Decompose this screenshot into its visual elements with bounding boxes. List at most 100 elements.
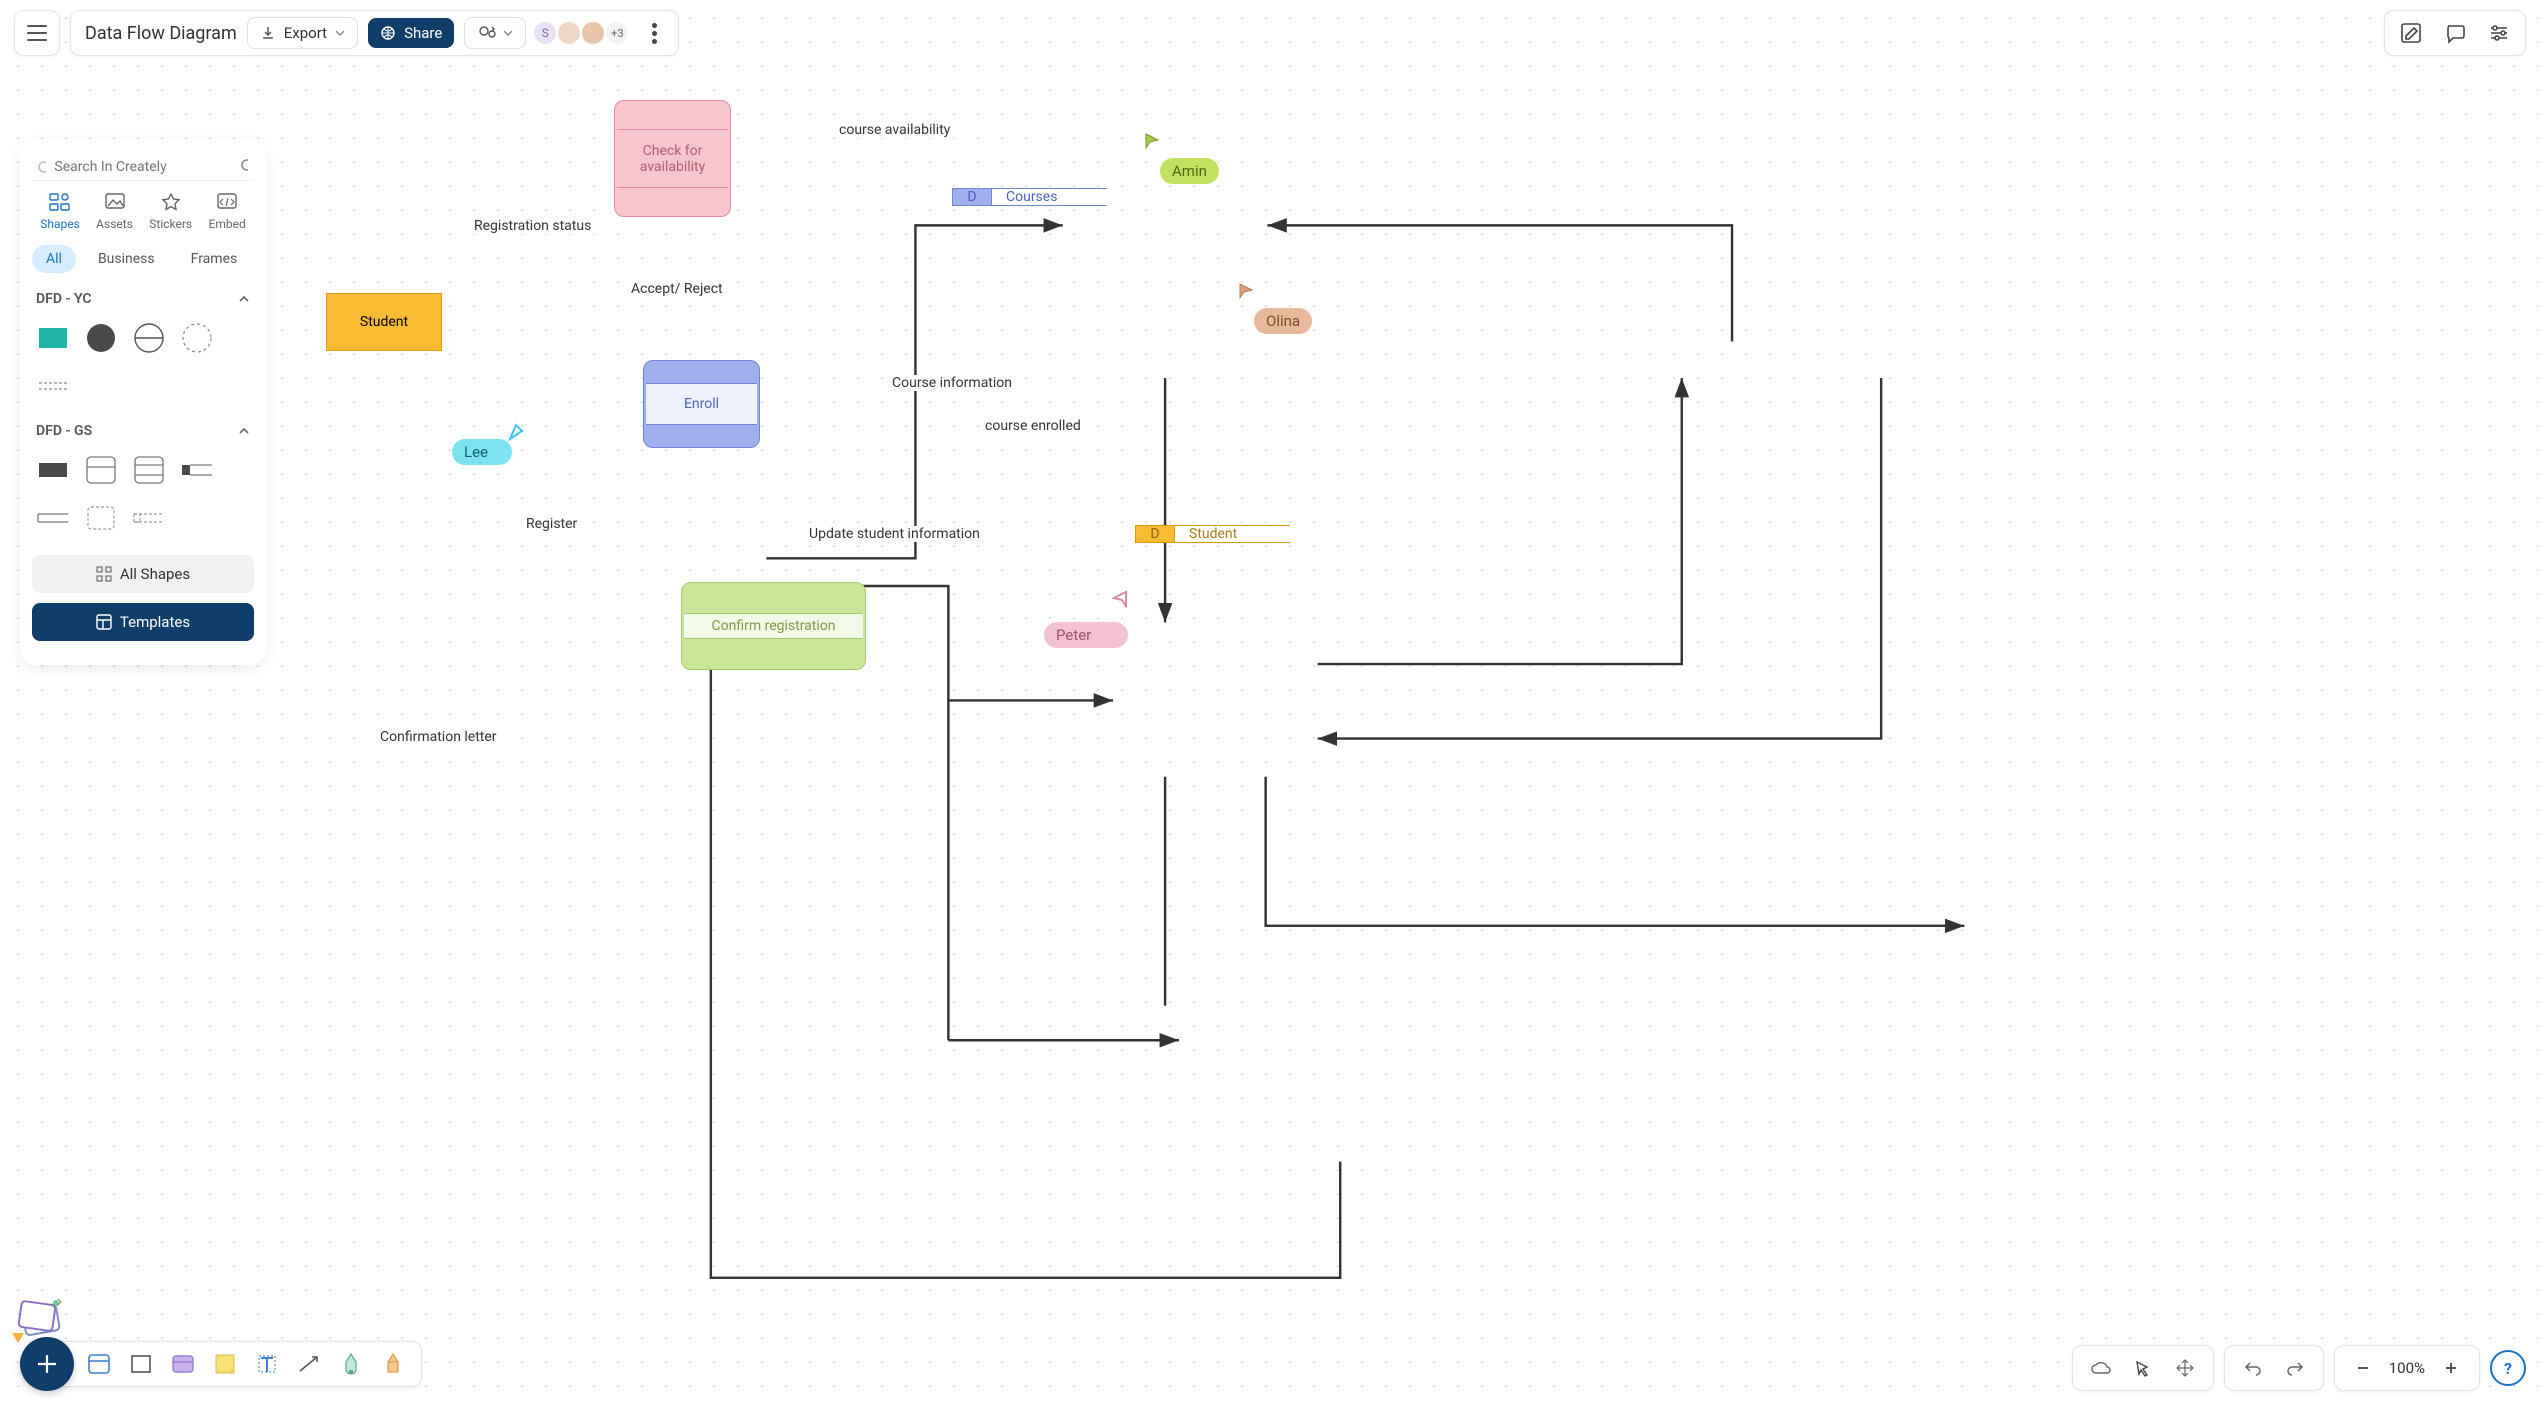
collaborator-cursor-olina: Olina — [1238, 282, 1312, 334]
main-menu-button[interactable] — [14, 10, 60, 56]
rect-tool[interactable] — [127, 1350, 155, 1378]
arrow-tool[interactable] — [295, 1350, 323, 1378]
collab-icon — [477, 24, 499, 42]
button-label: Templates — [120, 613, 190, 631]
tab-embed[interactable]: Embed — [209, 191, 246, 231]
avatar — [556, 20, 582, 46]
zoom-out-button[interactable] — [2347, 1352, 2379, 1384]
export-icon — [260, 25, 276, 41]
quick-tools-bar — [50, 1341, 422, 1387]
embed-icon — [214, 191, 240, 213]
card-tool[interactable] — [169, 1350, 197, 1378]
zoom-in-button[interactable] — [2435, 1352, 2467, 1384]
caret-down-icon — [335, 28, 345, 38]
node-label: Enroll — [684, 396, 719, 412]
pan-tool[interactable] — [2169, 1352, 2201, 1384]
share-label: Share — [404, 24, 442, 42]
sticky-note-tool[interactable] — [211, 1350, 239, 1378]
chevron-up-icon — [238, 293, 250, 305]
node-label: Confirm registration — [712, 618, 836, 634]
pencil-square-icon — [2400, 22, 2422, 44]
cloud-sync-icon[interactable] — [2085, 1352, 2117, 1384]
datastore-label: D — [952, 188, 992, 206]
collaborator-avatars[interactable]: S +3 — [536, 20, 630, 46]
all-shapes-button[interactable]: All Shapes — [32, 555, 254, 593]
shape-grid-gs — [32, 445, 254, 549]
share-button[interactable]: Share — [368, 18, 454, 48]
shape-datastore-dashed[interactable] — [132, 501, 166, 535]
shape-datastore-2[interactable] — [36, 501, 70, 535]
creately-logo-icon — [38, 159, 46, 175]
caret-down-icon — [503, 28, 513, 38]
process-enroll[interactable]: Enroll — [643, 360, 760, 448]
datastore-courses[interactable]: D Courses — [952, 177, 1107, 217]
sliders-icon — [2488, 22, 2510, 44]
shape-circle-halved[interactable] — [132, 321, 166, 355]
flow-label: course availability — [835, 122, 954, 138]
help-button[interactable]: ? — [2490, 1350, 2526, 1386]
assets-icon — [102, 191, 128, 213]
datastore-student[interactable]: D Student — [1135, 514, 1290, 554]
more-menu-button[interactable] — [640, 23, 668, 44]
flow-label: course enrolled — [981, 418, 1085, 434]
shape-datastore-1[interactable] — [180, 453, 214, 487]
export-button[interactable]: Export — [247, 17, 358, 49]
document-title[interactable]: Data Flow Diagram — [85, 23, 237, 44]
shape-rect-dark[interactable] — [36, 453, 70, 487]
edit-button[interactable] — [2395, 17, 2427, 49]
templates-button[interactable]: Templates — [32, 603, 254, 641]
search-box[interactable] — [32, 154, 254, 181]
tab-shapes[interactable]: Shapes — [40, 191, 80, 231]
chat-bubble-icon — [2444, 22, 2466, 44]
filter-frames[interactable]: Frames — [177, 245, 252, 273]
frame-tool[interactable] — [85, 1350, 113, 1378]
search-input[interactable] — [54, 159, 232, 175]
filter-all[interactable]: All — [32, 245, 76, 273]
tab-stickers[interactable]: Stickers — [149, 191, 192, 231]
shapes-icon — [47, 191, 73, 213]
avatar — [580, 20, 606, 46]
section-dfd-gs[interactable]: DFD - GS — [32, 417, 254, 445]
text-tool[interactable] — [253, 1350, 281, 1378]
process-check-availability[interactable]: Check for availability — [614, 100, 731, 217]
section-dfd-yc[interactable]: DFD - YC — [32, 285, 254, 313]
flow-label: Register — [522, 516, 581, 532]
datastore-body: Student — [1175, 525, 1290, 543]
shape-circle-dark[interactable] — [84, 321, 118, 355]
collaborator-cursor-amin: Amin — [1144, 132, 1219, 184]
undo-button[interactable] — [2237, 1352, 2269, 1384]
tab-label: Shapes — [40, 217, 80, 231]
pen-tool[interactable] — [337, 1350, 365, 1378]
highlighter-tool[interactable] — [379, 1350, 407, 1378]
zoom-level[interactable]: 100% — [2389, 1359, 2425, 1377]
tab-assets[interactable]: Assets — [96, 191, 133, 231]
entity-student[interactable]: Student — [326, 293, 442, 351]
node-label: Student — [360, 314, 408, 330]
settings-button[interactable] — [2483, 17, 2515, 49]
avatar: S — [532, 20, 558, 46]
comments-button[interactable] — [2439, 17, 2471, 49]
redo-button[interactable] — [2279, 1352, 2311, 1384]
globe-icon — [380, 25, 396, 41]
shape-process-2[interactable] — [132, 453, 166, 487]
datastore-label: D — [1135, 525, 1175, 543]
document-toolbar: Data Flow Diagram Export Share S +3 — [70, 10, 679, 56]
flow-label: Course information — [888, 375, 1016, 391]
collab-mode-button[interactable] — [464, 17, 526, 49]
pointer-tool[interactable] — [2127, 1352, 2159, 1384]
shape-rect-dashed[interactable] — [84, 501, 118, 535]
flow-label: Registration status — [470, 218, 595, 234]
shape-rect-teal[interactable] — [36, 321, 70, 355]
shape-line-dashed[interactable] — [36, 369, 70, 403]
plus-icon — [35, 1352, 59, 1376]
shape-circle-dashed[interactable] — [180, 321, 214, 355]
shape-process-1[interactable] — [84, 453, 118, 487]
process-confirm-registration[interactable]: Confirm registration — [681, 582, 866, 670]
diagram-connectors — [0, 0, 2540, 1408]
filter-business[interactable]: Business — [84, 245, 169, 273]
avatar-more: +3 — [604, 20, 630, 46]
collaborator-cursor-peter: Peter — [1110, 590, 1128, 648]
tab-label: Stickers — [149, 217, 192, 231]
add-fab-button[interactable] — [20, 1337, 74, 1391]
flow-label: Confirmation letter — [376, 729, 501, 745]
